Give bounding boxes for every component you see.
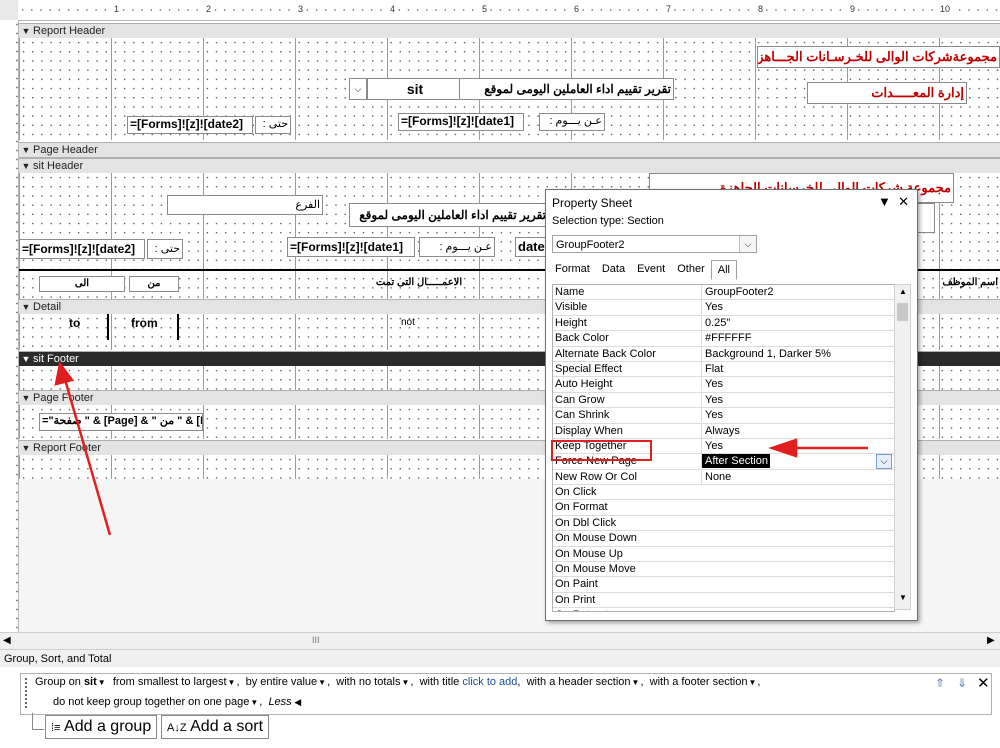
dropdown-icon[interactable]: ▼ [401,678,409,687]
group-on-label: Group on [35,676,81,688]
totals-option[interactable]: with no totals [336,676,400,688]
dropdown-icon[interactable]: ▼ [318,678,326,687]
footer-section-option[interactable]: with a footer section [650,676,748,688]
dropdown-icon[interactable]: ▼ [632,678,640,687]
arrow-head [768,438,798,458]
group-sort-total-pane[interactable]: Group on sit▼ from smallest to largest▼,… [0,667,1000,748]
dropdown-icon[interactable]: ▼ [228,678,236,687]
group-by[interactable]: by entire value [246,676,318,688]
keep-together-option[interactable]: do not keep group together on one page [53,696,249,708]
add-group-label: Add a group [64,718,152,735]
less-arrow-icon[interactable]: ◀ [292,697,301,707]
less-link[interactable]: Less [268,696,291,708]
annotation-arrows [54,361,868,536]
dropdown-icon[interactable]: ▼ [748,678,756,687]
move-down-icon[interactable]: ⇓ [957,676,967,690]
drag-handle-icon[interactable] [25,678,30,708]
arrow-line [62,375,112,536]
sort-order[interactable]: from smallest to largest [113,676,227,688]
dropdown-icon[interactable]: ▼ [250,698,258,707]
add-sort-label: Add a sort [190,718,264,735]
header-section-option[interactable]: with a header section [527,676,631,688]
add-group-icon: ⁞≡ [51,722,61,734]
group-row-line1: Group on sit▼ from smallest to largest▼,… [35,676,761,688]
tree-line [32,713,34,729]
add-group-button[interactable]: ⁞≡ Add a group [45,715,158,739]
group-row-line2: do not keep group together on one page▼,… [53,696,302,708]
sort-az-icon: A↓Z [167,722,187,734]
group-sort-total-title: Group, Sort, and Total [0,649,1000,667]
add-sort-button[interactable]: A↓Z Add a sort [161,715,270,739]
move-up-icon[interactable]: ⇑ [935,676,945,690]
dropdown-icon[interactable]: ▼ [98,678,106,687]
group-row[interactable]: Group on sit▼ from smallest to largest▼,… [20,673,992,715]
delete-group-icon[interactable]: ✕ [977,674,990,692]
tree-line [32,729,44,731]
click-to-add-link[interactable]: click to add [462,676,517,688]
group-field[interactable]: sit [84,676,97,688]
arrow-head [54,361,75,386]
with-title-label: with title [419,676,460,688]
